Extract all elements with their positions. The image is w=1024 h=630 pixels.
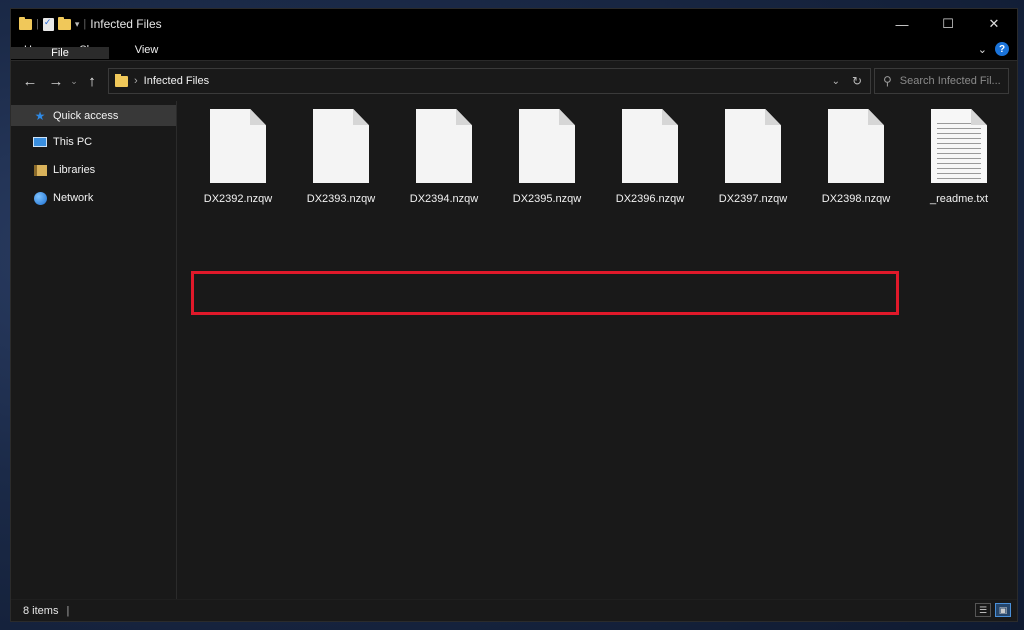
status-bar: 8 items | ☰ ▣ [11, 599, 1017, 621]
minimize-button[interactable]: — [879, 9, 925, 39]
navigation-pane: ★ Quick access This PC Libraries Network [11, 101, 177, 599]
file-item[interactable]: DX2397.nzqw [704, 109, 802, 205]
details-view-icon[interactable]: ☰ [975, 603, 991, 617]
window-title: Infected Files [90, 17, 162, 31]
network-icon [33, 191, 47, 205]
file-icon [416, 109, 472, 183]
refresh-icon[interactable]: ↻ [852, 74, 862, 88]
file-item[interactable]: DX2392.nzqw [189, 109, 287, 205]
toolbar-separator: | [36, 18, 39, 30]
libraries-icon [33, 164, 47, 176]
computer-icon [33, 136, 47, 148]
explorer-window: | ▾ | Infected Files — ☐ ✕ File Home Sha… [10, 8, 1018, 622]
breadcrumb-current[interactable]: Infected Files [144, 75, 209, 87]
back-arrow-icon[interactable]: ← [19, 73, 41, 90]
large-icons-view-icon[interactable]: ▣ [995, 603, 1011, 617]
file-icon [313, 109, 369, 183]
file-item[interactable]: _readme.txt [910, 109, 1008, 205]
file-item[interactable]: DX2393.nzqw [292, 109, 390, 205]
sidebar-item-network[interactable]: Network [11, 186, 176, 210]
file-item[interactable]: DX2398.nzqw [807, 109, 905, 205]
chevron-right-icon[interactable]: › [134, 75, 138, 87]
sidebar-item-libraries[interactable]: Libraries [11, 158, 176, 182]
view-toggle: ☰ ▣ [975, 603, 1011, 617]
file-name: DX2395.nzqw [512, 193, 582, 205]
sidebar-item-quick-access[interactable]: ★ Quick access [11, 105, 176, 126]
search-box[interactable]: ⚲ [874, 68, 1009, 94]
sidebar-item-label: Network [53, 192, 94, 204]
main-area: ★ Quick access This PC Libraries Network… [11, 101, 1017, 599]
customize-toolbar-icon[interactable]: ▾ [75, 19, 80, 30]
sidebar-item-label: This PC [53, 136, 93, 148]
item-count: 8 items [23, 604, 59, 617]
quick-access-toolbar: | ▾ | [11, 16, 87, 31]
folder-icon [115, 73, 128, 87]
file-icon [519, 109, 575, 183]
recent-locations-icon[interactable]: ⌄ [67, 76, 81, 87]
file-name: DX2392.nzqw [203, 193, 273, 205]
window-controls: — ☐ ✕ [879, 9, 1017, 39]
file-icon [210, 109, 266, 183]
address-bar[interactable]: › Infected Files ⌄ ↻ [108, 68, 871, 94]
navigation-bar: ← → ⌄ ↑ › Infected Files ⌄ ↻ ⚲ [11, 61, 1017, 101]
new-folder-icon[interactable] [57, 16, 71, 30]
sidebar-item-this-pc[interactable]: This PC [11, 130, 176, 154]
up-arrow-icon[interactable]: ↑ [81, 73, 103, 90]
search-input[interactable] [899, 75, 1000, 87]
sidebar-item-label: Quick access [53, 109, 119, 122]
maximize-button[interactable]: ☐ [925, 9, 971, 39]
star-icon: ★ [34, 108, 46, 123]
tab-file[interactable]: File [11, 47, 109, 59]
toolbar-separator: | [83, 18, 87, 30]
file-name: DX2394.nzqw [409, 193, 479, 205]
file-name: DX2393.nzqw [306, 193, 376, 205]
help-icon[interactable]: ? [995, 42, 1009, 56]
file-icon [828, 109, 884, 183]
file-item[interactable]: DX2396.nzqw [601, 109, 699, 205]
file-icon [725, 109, 781, 183]
highlight-box [191, 271, 899, 315]
ribbon-right-controls: ⌄ ? [978, 42, 1009, 56]
sidebar-item-label: Libraries [53, 164, 96, 176]
file-name: DX2396.nzqw [615, 193, 685, 205]
file-icon [622, 109, 678, 183]
close-button[interactable]: ✕ [971, 9, 1017, 39]
properties-icon[interactable] [42, 17, 54, 31]
text-file-icon [931, 109, 987, 183]
chevron-down-icon[interactable]: ⌄ [832, 76, 840, 87]
tab-view[interactable]: View [122, 39, 172, 60]
forward-arrow-icon[interactable]: → [45, 73, 67, 90]
title-bar: | ▾ | Infected Files — ☐ ✕ [11, 9, 1017, 39]
file-item[interactable]: DX2394.nzqw [395, 109, 493, 205]
file-name: DX2398.nzqw [821, 193, 891, 205]
status-separator: | [66, 604, 70, 617]
file-list: DX2392.nzqw DX2393.nzqw DX2394.nzqw DX23… [177, 101, 1017, 599]
file-name: DX2397.nzqw [718, 193, 788, 205]
file-item[interactable]: DX2395.nzqw [498, 109, 596, 205]
chevron-down-icon[interactable]: ⌄ [978, 43, 987, 56]
file-name: _readme.txt [929, 193, 989, 205]
ribbon-tabs: File Home Share View ⌄ ? [11, 39, 1017, 61]
folder-icon [19, 16, 32, 30]
search-icon: ⚲ [883, 74, 892, 88]
